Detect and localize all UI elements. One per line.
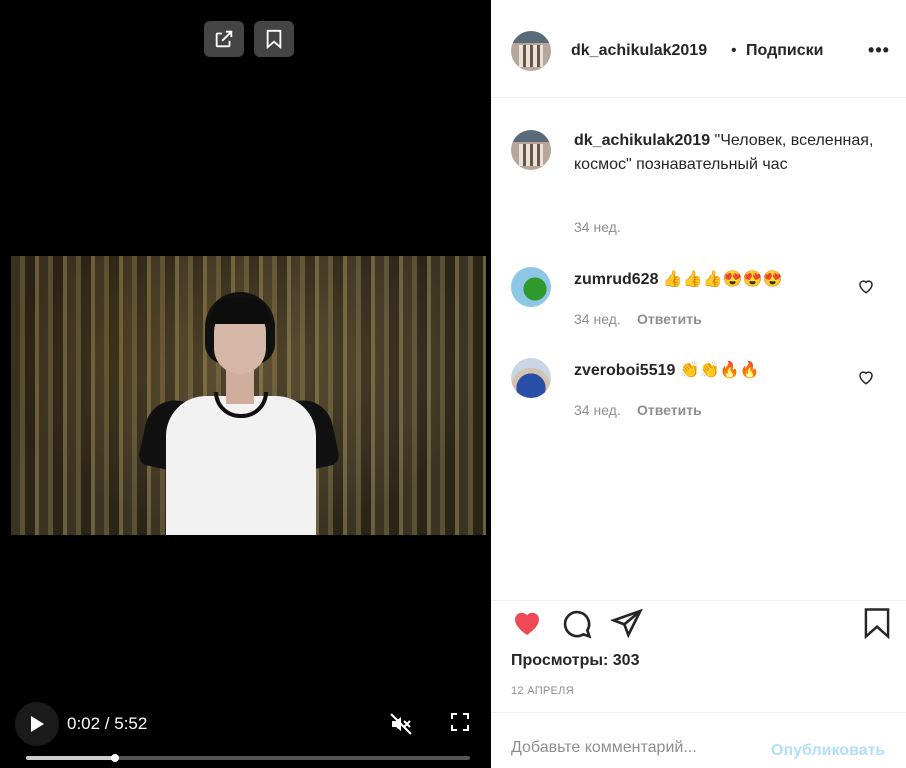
comment-item: zumrud628 👍👍👍😍😍😍 34 нед. Ответить (491, 267, 906, 337)
play-button[interactable] (15, 702, 59, 746)
comment-item: zveroboi5519 👏👏🔥🔥 34 нед. Ответить (491, 358, 906, 428)
post-side-panel: dk_achikulak2019 • Подписки ••• dk_achik… (491, 0, 906, 768)
reply-button[interactable]: Ответить (637, 311, 702, 327)
comment-input[interactable] (511, 739, 761, 757)
share-icon (215, 30, 233, 48)
comment-text: zumrud628 👍👍👍😍😍😍 (574, 269, 782, 289)
video-controls: 0:02 / 5:52 (0, 700, 491, 768)
mute-button[interactable] (389, 712, 413, 736)
avatar[interactable] (511, 31, 551, 71)
comment-time[interactable]: 34 нед. (574, 402, 621, 418)
avatar[interactable] (511, 130, 551, 170)
bookmark-icon[interactable] (862, 607, 892, 639)
comment-username[interactable]: zumrud628 (574, 271, 658, 288)
comment-body: 👍👍👍😍😍😍 (662, 271, 783, 288)
video-progress-fill (26, 756, 115, 760)
view-count[interactable]: Просмотры: 303 (511, 652, 639, 670)
video-progress-handle[interactable] (110, 754, 119, 762)
post-header: dk_achikulak2019 • Подписки ••• (491, 0, 906, 98)
heart-outline-icon[interactable] (857, 277, 875, 295)
save-video-button[interactable] (254, 21, 294, 57)
add-comment-bar: Опубликовать (491, 712, 906, 768)
avatar[interactable] (511, 267, 551, 307)
comments-list: dk_achikulak2019 "Человек, вселенная, ко… (491, 99, 906, 599)
header-separator: • (731, 42, 737, 59)
comment-time[interactable]: 34 нед. (574, 311, 621, 327)
bookmark-icon (266, 29, 282, 49)
avatar[interactable] (511, 358, 551, 398)
post-date[interactable]: 12 АПРЕЛЯ (511, 685, 574, 697)
send-icon[interactable] (611, 607, 643, 639)
post-actions: Просмотры: 303 12 АПРЕЛЯ (491, 600, 906, 712)
following-button[interactable]: Подписки (746, 42, 823, 60)
fullscreen-button[interactable] (451, 713, 473, 735)
more-options-icon[interactable]: ••• (867, 40, 891, 64)
video-player[interactable]: 0:02 / 5:52 (0, 0, 491, 768)
comment-text: zveroboi5519 👏👏🔥🔥 (574, 360, 760, 380)
share-button[interactable] (204, 21, 244, 57)
header-username[interactable]: dk_achikulak2019 (571, 42, 707, 60)
caption-time[interactable]: 34 нед. (574, 219, 621, 235)
video-frame[interactable] (11, 256, 486, 535)
muted-speaker-icon (390, 713, 412, 735)
fullscreen-icon (451, 713, 469, 731)
comment-username[interactable]: zveroboi5519 (574, 362, 675, 379)
reply-button[interactable]: Ответить (637, 402, 702, 418)
heart-outline-icon[interactable] (857, 368, 875, 386)
heart-filled-icon[interactable] (511, 607, 543, 639)
video-subject (137, 292, 341, 535)
caption-username[interactable]: dk_achikulak2019 (574, 132, 710, 149)
video-progress-bar[interactable] (26, 754, 470, 762)
video-time: 0:02 / 5:52 (67, 714, 148, 733)
comment-icon[interactable] (560, 607, 592, 639)
caption-text: dk_achikulak2019 "Человек, вселенная, ко… (574, 129, 874, 177)
comment-body: 👏👏🔥🔥 (679, 362, 760, 379)
publish-button[interactable]: Опубликовать (771, 742, 885, 760)
play-icon (31, 716, 44, 732)
